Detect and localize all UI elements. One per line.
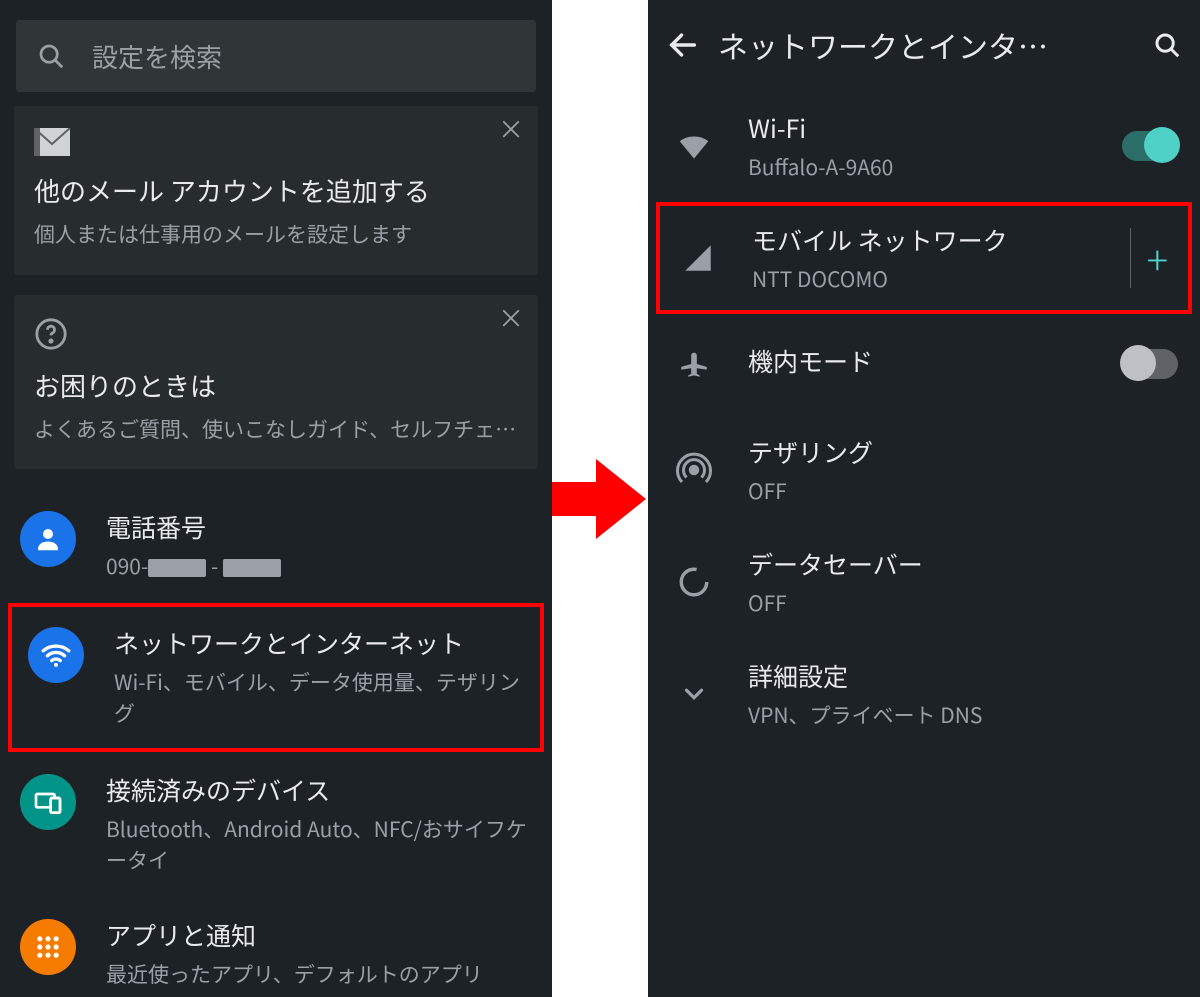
devices-icon	[20, 774, 76, 830]
wifi-toggle[interactable]	[1122, 131, 1178, 161]
wifi-subtitle: Buffalo-A-9A60	[748, 152, 1092, 182]
close-icon[interactable]: ×	[498, 116, 524, 142]
mail-icon	[34, 128, 70, 156]
mobile-subtitle: NTT DOCOMO	[752, 264, 1092, 294]
airplane-row[interactable]: 機内モード	[648, 314, 1200, 414]
transition-arrow	[552, 0, 648, 997]
mobile-title: モバイル ネットワーク	[752, 222, 1092, 258]
search-icon	[36, 41, 66, 71]
signal-icon	[674, 241, 722, 275]
mail-card-title: 他のメール アカウントを追加する	[34, 172, 518, 209]
redacted	[148, 559, 206, 577]
back-icon[interactable]	[666, 28, 700, 62]
wifi-icon	[28, 627, 84, 683]
tethering-title: テザリング	[748, 434, 1178, 470]
highlight-box: モバイル ネットワーク NTT DOCOMO +	[656, 202, 1192, 314]
mobile-network-row[interactable]: モバイル ネットワーク NTT DOCOMO +	[660, 206, 1188, 310]
datasaver-title: データセーバー	[748, 546, 1178, 582]
search-placeholder: 設定を検索	[92, 38, 222, 75]
wifi-icon	[670, 127, 718, 165]
network-row-title: ネットワークとインターネット	[114, 625, 524, 661]
help-card[interactable]: × お困りのときは よくあるご質問、使いこなしガイド、セルフチェ…	[14, 295, 538, 470]
phone-row-title: 電話番号	[106, 509, 532, 545]
apps-row[interactable]: アプリと通知 最近使ったアプリ、デフォルトのアプリ	[0, 897, 552, 997]
highlight-box: ネットワークとインターネット Wi-Fi、モバイル、データ使用量、テザリング	[8, 603, 544, 752]
network-row-subtitle: Wi-Fi、モバイル、データ使用量、テザリング	[114, 667, 524, 730]
tethering-subtitle: OFF	[748, 476, 1178, 506]
apps-icon	[20, 919, 76, 975]
airplane-toggle[interactable]	[1122, 349, 1178, 379]
apps-row-title: アプリと通知	[106, 917, 532, 953]
airplane-title: 機内モード	[748, 343, 1092, 379]
advanced-title: 詳細設定	[748, 658, 1178, 694]
help-card-subtitle: よくあるご質問、使いこなしガイド、セルフチェ…	[34, 414, 518, 446]
header: ネットワークとインタ…	[648, 0, 1200, 90]
help-icon	[34, 317, 68, 351]
mail-card-subtitle: 個人または仕事用のメールを設定します	[34, 219, 518, 251]
arrow-right-icon	[552, 454, 648, 544]
advanced-row[interactable]: 詳細設定 VPN、プライベート DNS	[648, 638, 1200, 750]
search-icon[interactable]	[1152, 30, 1182, 60]
tethering-row[interactable]: テザリング OFF	[648, 414, 1200, 526]
datasaver-subtitle: OFF	[748, 588, 1178, 618]
help-card-title: お困りのときは	[34, 367, 518, 404]
wifi-row[interactable]: Wi-Fi Buffalo-A-9A60	[648, 90, 1200, 202]
person-icon	[20, 511, 76, 567]
apps-row-subtitle: 最近使ったアプリ、デフォルトのアプリ	[106, 959, 532, 991]
settings-screen: 設定を検索 × 他のメール アカウントを追加する 個人または仕事用のメールを設定…	[0, 0, 552, 997]
devices-row-title: 接続済みのデバイス	[106, 772, 532, 808]
add-icon[interactable]: +	[1147, 238, 1174, 278]
search-bar[interactable]: 設定を検索	[16, 20, 536, 92]
phone-number-row[interactable]: 電話番号 090- -	[0, 489, 552, 603]
close-icon[interactable]: ×	[498, 305, 524, 331]
redacted	[223, 559, 281, 577]
devices-row[interactable]: 接続済みのデバイス Bluetooth、Android Auto、NFC/おサイ…	[0, 752, 552, 897]
datasaver-row[interactable]: データセーバー OFF	[648, 526, 1200, 638]
divider	[1130, 228, 1131, 288]
header-title: ネットワークとインタ…	[718, 23, 1134, 67]
chevron-down-icon	[670, 679, 718, 709]
mail-card[interactable]: × 他のメール アカウントを追加する 個人または仕事用のメールを設定します	[14, 106, 538, 275]
phone-row-value: 090- -	[106, 551, 532, 583]
network-row[interactable]: ネットワークとインターネット Wi-Fi、モバイル、データ使用量、テザリング	[22, 621, 530, 734]
wifi-title: Wi-Fi	[748, 110, 1092, 146]
airplane-icon	[670, 347, 718, 381]
hotspot-icon	[670, 452, 718, 488]
datasaver-icon	[670, 565, 718, 599]
advanced-subtitle: VPN、プライベート DNS	[748, 700, 1178, 730]
phone-prefix: 090-	[106, 551, 148, 581]
network-screen: ネットワークとインタ… Wi-Fi Buffalo-A-9A60 モバイル ネッ…	[648, 0, 1200, 997]
devices-row-subtitle: Bluetooth、Android Auto、NFC/おサイフケータイ	[106, 814, 532, 877]
